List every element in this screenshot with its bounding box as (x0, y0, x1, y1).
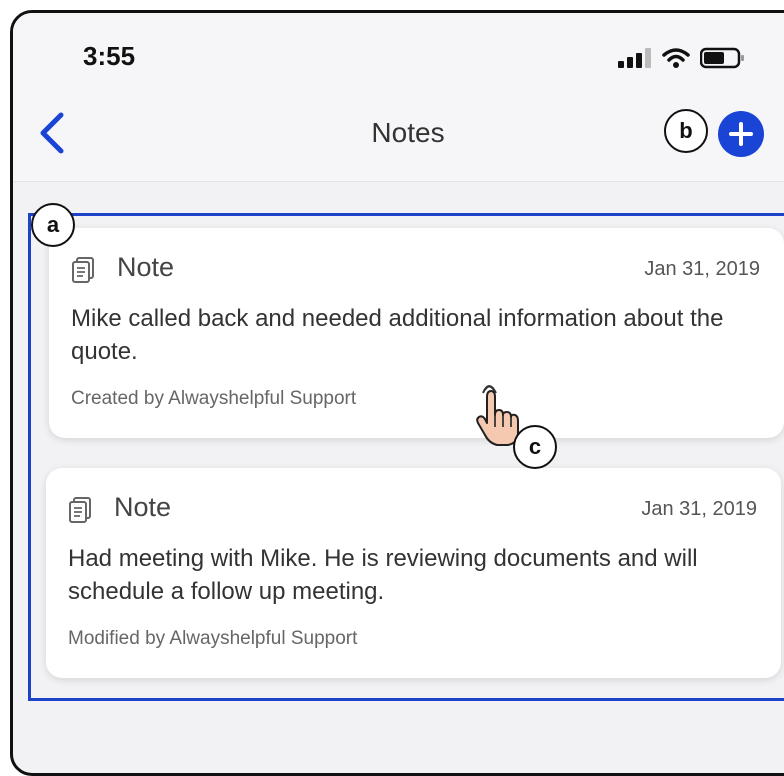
battery-icon (700, 47, 744, 69)
status-icons (618, 47, 746, 69)
header: 3:55 Notes (13, 13, 784, 182)
note-card[interactable]: Note Jan 31, 2019 Mike called back and n… (49, 228, 784, 438)
note-type: Note (114, 492, 172, 522)
callout-a: a (31, 203, 75, 247)
note-date: Jan 31, 2019 (641, 498, 757, 520)
signal-icon (618, 48, 651, 68)
callout-b: b (664, 109, 708, 153)
status-time: 3:55 (83, 41, 136, 71)
note-meta: Created by Alwayshelpful Support (71, 388, 357, 409)
callout-c: c (513, 425, 557, 469)
plus-icon (729, 122, 753, 146)
document-icon (68, 496, 94, 528)
note-card[interactable]: Note Jan 31, 2019 Had meeting with Mike.… (46, 468, 781, 678)
note-body: Mike called back and needed additional i… (71, 305, 724, 365)
note-meta: Modified by Alwayshelpful Support (68, 628, 358, 649)
wifi-icon (662, 48, 690, 68)
note-date: Jan 31, 2019 (644, 258, 760, 280)
document-icon (71, 256, 97, 288)
phone-frame: 3:55 Notes b Note Jan 31, 2019 Mike call… (10, 10, 784, 776)
add-note-button[interactable] (718, 111, 764, 157)
note-type: Note (117, 252, 175, 282)
notes-list: Note Jan 31, 2019 Mike called back and n… (28, 213, 784, 701)
note-body: Had meeting with Mike. He is reviewing d… (68, 545, 698, 605)
